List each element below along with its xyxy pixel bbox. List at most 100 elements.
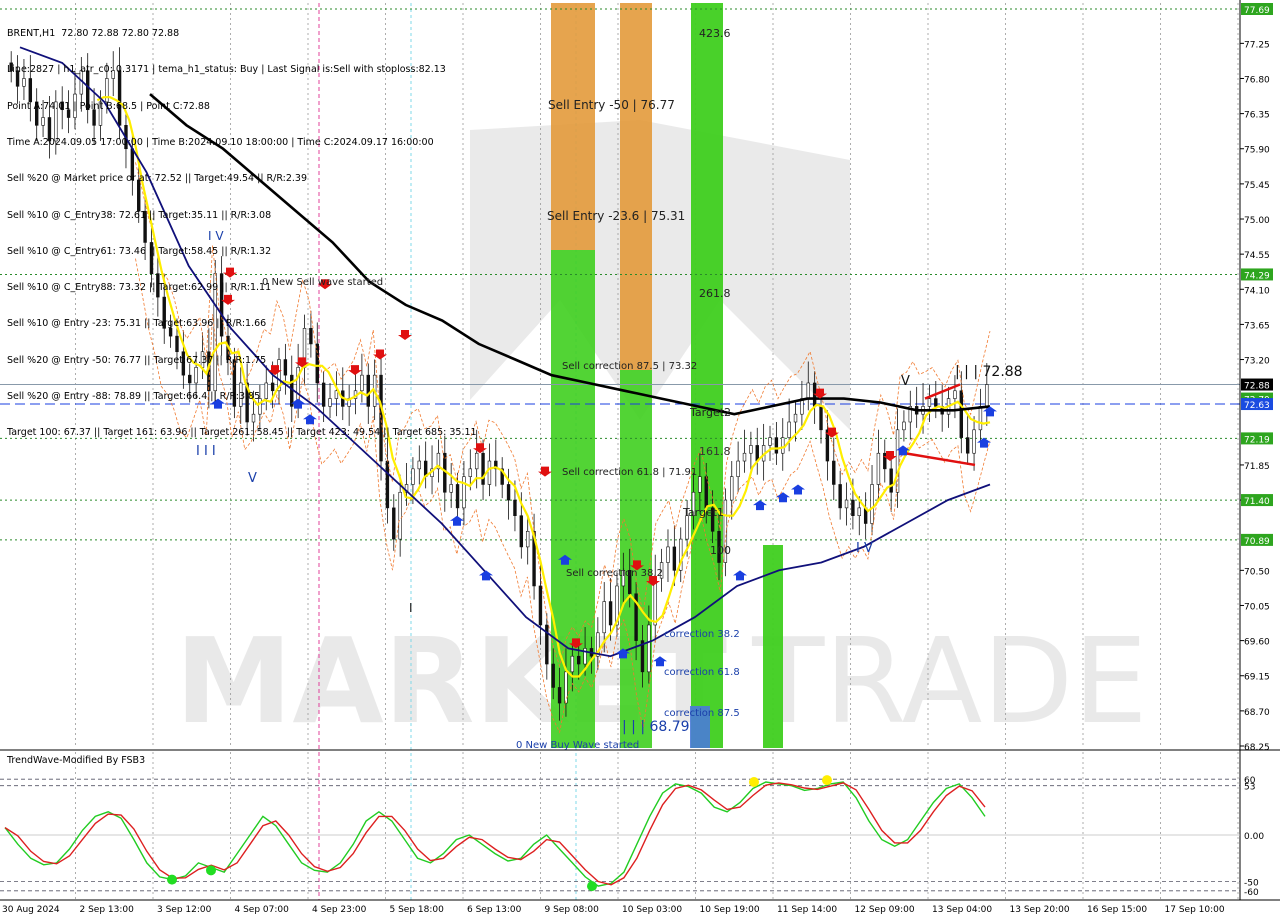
signal-zone bbox=[620, 3, 652, 370]
signal-zone bbox=[620, 370, 652, 748]
x-tick-label: 13 Sep 20:00 bbox=[1010, 905, 1070, 915]
price-box-label: 72.19 bbox=[1244, 435, 1270, 445]
candle-body bbox=[608, 601, 613, 626]
candle-body bbox=[685, 515, 689, 540]
candle-body bbox=[519, 515, 524, 548]
chart-annotation: Target1 bbox=[682, 506, 724, 519]
candle-body bbox=[749, 445, 753, 454]
info-line-9: Sell %20 @ Entry -50: 76.77 || Target:67… bbox=[7, 354, 267, 366]
info-line-7: Sell %10 @ C_Entry88: 73.32 || Target:62… bbox=[7, 282, 272, 294]
candle-body bbox=[411, 468, 415, 485]
chart-annotation: 423.6 bbox=[699, 27, 731, 40]
x-tick-label: 4 Sep 07:00 bbox=[235, 905, 290, 915]
candle-body bbox=[455, 484, 460, 509]
chart-annotation: 161.8 bbox=[699, 445, 731, 458]
chart-annotation: correction 61.8 bbox=[664, 667, 740, 678]
osc-sell-dot bbox=[749, 776, 759, 787]
candle-body bbox=[462, 476, 466, 509]
chart-annotation: Target2 bbox=[689, 406, 731, 419]
y-tick-label: 77.25 bbox=[1244, 40, 1270, 50]
chart-info-panel: BRENT,H1 72.80 72.88 72.80 72.88 Line:28… bbox=[7, 4, 477, 451]
candle-body bbox=[876, 452, 881, 485]
osc-buy-dot bbox=[587, 881, 597, 892]
candle-body bbox=[474, 452, 479, 470]
osc-sell-dot bbox=[822, 775, 832, 786]
info-line-8: Sell %10 @ Entry -23: 75.31 || Target:63… bbox=[7, 318, 267, 330]
candle-body bbox=[742, 452, 747, 462]
info-line-10: Sell %20 @ Entry -88: 78.89 || Target:66… bbox=[7, 391, 261, 402]
candle-body bbox=[819, 406, 823, 431]
y-tick-label: 69.60 bbox=[1244, 638, 1270, 648]
candle-body bbox=[602, 601, 606, 634]
candle-body bbox=[978, 406, 983, 431]
candle-body bbox=[577, 655, 581, 665]
price-box-label: 72.63 bbox=[1244, 401, 1270, 411]
candle-body bbox=[468, 468, 473, 477]
candle-body bbox=[953, 390, 957, 399]
x-tick-label: 11 Sep 14:00 bbox=[777, 905, 837, 915]
chart-annotation: Sell correction 38.2 bbox=[566, 568, 663, 579]
candle-body bbox=[895, 429, 900, 493]
candle-body bbox=[851, 499, 855, 516]
candle-body bbox=[449, 484, 453, 493]
y-tick-label: 71.85 bbox=[1244, 462, 1270, 472]
candle-body bbox=[730, 476, 734, 501]
price-box-label: 77.69 bbox=[1244, 6, 1270, 16]
price-box-label: 70.89 bbox=[1244, 537, 1270, 547]
candle-body bbox=[959, 390, 964, 438]
chart-annotation: I V bbox=[856, 541, 873, 556]
candle-body bbox=[781, 437, 785, 454]
y-tick-label: 75.90 bbox=[1244, 146, 1270, 156]
oscillator-title: TrendWave-Modified By FSB3 bbox=[7, 755, 146, 766]
x-tick-label: 4 Sep 23:00 bbox=[312, 905, 367, 915]
chart-annotation: 100 bbox=[710, 544, 731, 557]
candle-body bbox=[551, 663, 555, 688]
chart-annotation: 0 New Buy Wave started bbox=[516, 740, 639, 751]
candle-body bbox=[806, 382, 810, 399]
candle-body bbox=[557, 687, 562, 704]
candle-body bbox=[793, 413, 798, 423]
info-line-3: Time A:2024.09.05 17:00:00 | Time B:2024… bbox=[7, 137, 434, 149]
y-tick-label: 68.70 bbox=[1244, 708, 1270, 718]
candle-body bbox=[934, 398, 938, 407]
watermark-text-2: I TRADE bbox=[680, 612, 1148, 750]
chart-annotation: | | | 72.88 bbox=[955, 364, 1023, 380]
y-tick-label: 70.05 bbox=[1244, 602, 1270, 612]
candle-body bbox=[538, 585, 543, 626]
candle-body bbox=[838, 484, 842, 509]
chart-annotation: 261.8 bbox=[699, 287, 731, 300]
candle-body bbox=[787, 421, 791, 438]
x-tick-label: 16 Sep 15:00 bbox=[1087, 905, 1147, 915]
osc-buy-dot bbox=[206, 865, 216, 876]
chart-annotation: V bbox=[901, 374, 910, 389]
chart-annotation: V bbox=[248, 471, 257, 486]
info-line-5: Sell %10 @ C_Entry38: 72.61 || Target:35… bbox=[7, 209, 272, 221]
x-tick-label: 12 Sep 09:00 bbox=[855, 905, 915, 915]
signal-zone bbox=[551, 250, 595, 748]
candle-body bbox=[417, 460, 421, 470]
chart-annotation: Sell Entry -23.6 | 75.31 bbox=[547, 209, 685, 223]
candle-body bbox=[889, 468, 893, 493]
info-line-2: Point A:74.01 | Point B:68.5 | Point C:7… bbox=[7, 100, 210, 112]
candle-body bbox=[564, 671, 568, 704]
y-tick-label: 76.35 bbox=[1244, 111, 1270, 121]
candle-body bbox=[736, 460, 740, 477]
candle-body bbox=[927, 398, 932, 407]
candle-body bbox=[832, 460, 836, 485]
candle-body bbox=[398, 491, 402, 540]
x-tick-label: 13 Sep 04:00 bbox=[932, 905, 992, 915]
chart-annotation: Sell correction 87.5 | 73.32 bbox=[562, 361, 697, 372]
y-tick-label: 68.25 bbox=[1244, 743, 1270, 753]
candle-body bbox=[972, 429, 976, 454]
osc-tick-label: 0.00 bbox=[1244, 832, 1264, 842]
candle-body bbox=[965, 437, 970, 454]
candle-body bbox=[392, 507, 396, 540]
candle-body bbox=[385, 460, 390, 509]
x-tick-label: 5 Sep 18:00 bbox=[390, 905, 445, 915]
osc-tick-label: 53 bbox=[1244, 783, 1255, 793]
candle-body bbox=[647, 624, 651, 673]
candle-body bbox=[525, 531, 530, 548]
candle-body bbox=[698, 476, 702, 493]
candle-body bbox=[653, 577, 657, 626]
info-line-11: Target 100: 67.37 || Target 161: 63.96 |… bbox=[7, 427, 477, 439]
